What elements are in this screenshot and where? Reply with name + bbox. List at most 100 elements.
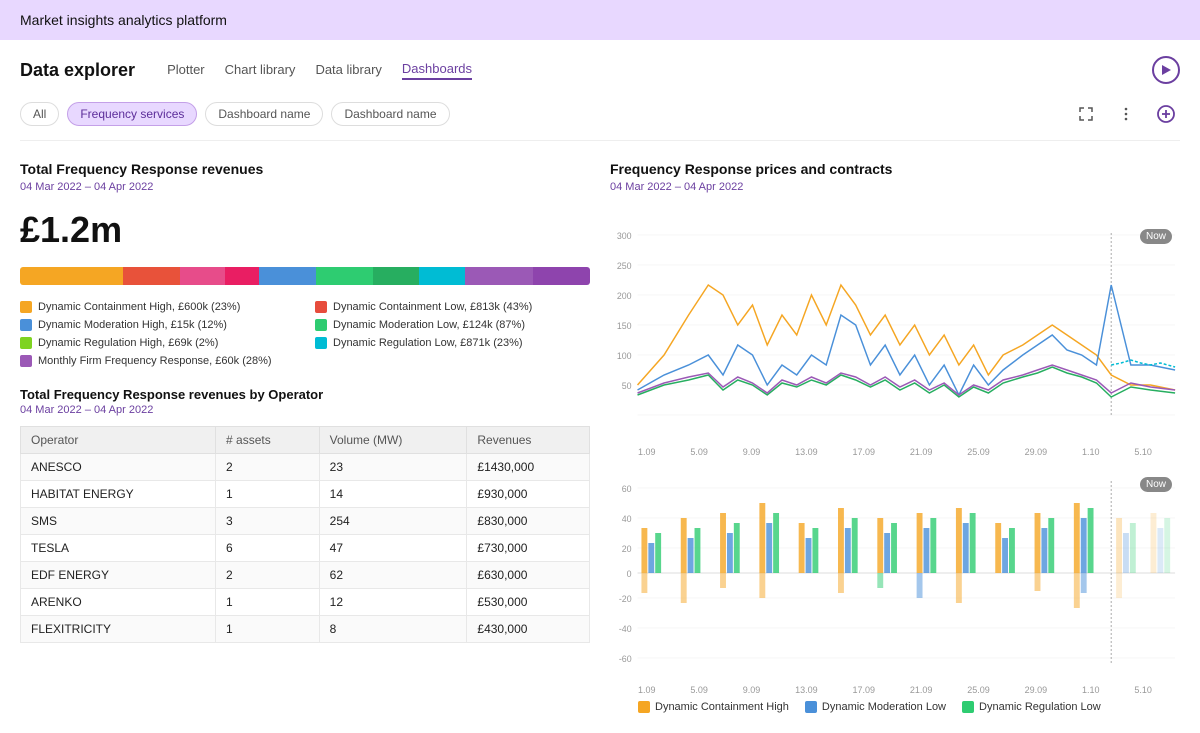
table-date: 04 Mar 2022 – 04 Apr 2022 (20, 404, 590, 416)
legend-dot-6 (315, 337, 327, 349)
x-label-5: 17.09 (853, 447, 876, 457)
more-options-icon[interactable] (1112, 100, 1140, 128)
cell-volume: 62 (319, 562, 467, 589)
now-badge-bottom: Now (1140, 477, 1172, 492)
svg-text:300: 300 (617, 231, 632, 241)
table-header-row: Operator # assets Volume (MW) Revenues (21, 427, 590, 454)
nav-tabs: Plotter Chart library Data library Dashb… (167, 61, 472, 80)
legend-dot-5 (20, 337, 32, 349)
legend-dot-3 (20, 319, 32, 331)
filter-dashboard-name-1[interactable]: Dashboard name (205, 102, 323, 126)
legend-item-5: Dynamic Regulation High, £69k (2%) (20, 337, 295, 349)
play-button[interactable] (1152, 56, 1180, 84)
top-chart-x-labels: 1.09 5.09 9.09 13.09 17.09 21.09 25.09 2… (610, 445, 1180, 457)
bx-label-10: 5.10 (1134, 685, 1152, 695)
bottom-legend-label-3: Dynamic Regulation Low (979, 701, 1101, 713)
bx-label-3: 9.09 (743, 685, 761, 695)
bx-label-9: 1.10 (1082, 685, 1100, 695)
content-grid: Total Frequency Response revenues 04 Mar… (20, 161, 1180, 713)
bx-label-4: 13.09 (795, 685, 818, 695)
freq-panel-title: Frequency Response prices and contracts (610, 161, 1180, 177)
bx-label-7: 25.09 (967, 685, 990, 695)
bx-label-1: 1.09 (638, 685, 656, 695)
bx-label-2: 5.09 (690, 685, 708, 695)
cell-revenues: £1430,000 (467, 454, 590, 481)
top-chart-svg: 300 250 200 150 100 50 (610, 225, 1180, 435)
cell-assets: 1 (216, 616, 320, 643)
cell-revenues: £430,000 (467, 616, 590, 643)
legend-dot-4 (315, 319, 327, 331)
svg-text:20: 20 (622, 544, 632, 554)
bottom-legend-label-1: Dynamic Containment High (655, 701, 789, 713)
bottom-bar-chart: Now 60 40 20 0 (610, 473, 1180, 713)
x-label-6: 21.09 (910, 447, 933, 457)
legend-item-1: Dynamic Containment High, £600k (23%) (20, 301, 295, 313)
now-badge-top: Now (1140, 229, 1172, 244)
cell-operator: SMS (21, 508, 216, 535)
x-label-4: 13.09 (795, 447, 818, 457)
filter-frequency-services[interactable]: Frequency services (67, 102, 197, 126)
legend-label-1: Dynamic Containment High, £600k (23%) (38, 301, 240, 313)
table-row: TESLA 6 47 £730,000 (21, 535, 590, 562)
filter-all[interactable]: All (20, 102, 59, 126)
filter-dashboard-name-2[interactable]: Dashboard name (331, 102, 449, 126)
filter-row-right (1072, 100, 1180, 128)
legend-item-2: Dynamic Containment Low, £813k (43%) (315, 301, 590, 313)
revenue-panel-title: Total Frequency Response revenues (20, 161, 590, 177)
right-panel-header: Frequency Response prices and contracts … (610, 161, 1180, 209)
cell-revenues: £630,000 (467, 562, 590, 589)
cell-volume: 23 (319, 454, 467, 481)
tab-dashboards[interactable]: Dashboards (402, 61, 472, 80)
bottom-legend-label-2: Dynamic Moderation Low (822, 701, 946, 713)
expand-icon[interactable] (1072, 100, 1100, 128)
bottom-chart-svg: 60 40 20 0 -20 -40 -60 (610, 473, 1180, 673)
cell-assets: 1 (216, 589, 320, 616)
table-row: HABITAT ENERGY 1 14 £930,000 (21, 481, 590, 508)
x-label-10: 5.10 (1134, 447, 1152, 457)
operator-table: Operator # assets Volume (MW) Revenues A… (20, 426, 590, 643)
col-assets: # assets (216, 427, 320, 454)
revenue-panel-date: 04 Mar 2022 – 04 Apr 2022 (20, 181, 590, 193)
tab-plotter[interactable]: Plotter (167, 62, 205, 79)
bottom-chart-x-labels: 1.09 5.09 9.09 13.09 17.09 21.09 25.09 2… (610, 683, 1180, 695)
bar-segment-8 (419, 267, 465, 285)
x-label-8: 29.09 (1025, 447, 1048, 457)
cell-volume: 47 (319, 535, 467, 562)
legend-item-3: Dynamic Moderation High, £15k (12%) (20, 319, 295, 331)
tab-chart-library[interactable]: Chart library (225, 62, 296, 79)
svg-text:50: 50 (622, 381, 632, 391)
cell-volume: 12 (319, 589, 467, 616)
cell-operator: ARENKO (21, 589, 216, 616)
table-row: ANESCO 2 23 £1430,000 (21, 454, 590, 481)
table-section: Total Frequency Response revenues by Ope… (20, 387, 590, 643)
col-revenues: Revenues (467, 427, 590, 454)
bar-segment-9 (465, 267, 533, 285)
bar-segment-4 (225, 267, 259, 285)
bottom-legend-dot-1 (638, 701, 650, 713)
svg-text:60: 60 (622, 484, 632, 494)
bar-segment-7 (373, 267, 419, 285)
bar-segment-1 (20, 267, 123, 285)
bar-segment-6 (316, 267, 373, 285)
bx-label-5: 17.09 (853, 685, 876, 695)
data-explorer-title: Data explorer (20, 60, 135, 81)
cell-operator: TESLA (21, 535, 216, 562)
table-row: EDF ENERGY 2 62 £630,000 (21, 562, 590, 589)
cell-operator: ANESCO (21, 454, 216, 481)
cell-volume: 254 (319, 508, 467, 535)
cell-assets: 3 (216, 508, 320, 535)
filter-row: All Frequency services Dashboard name Da… (20, 100, 1180, 141)
bar-segment-2 (123, 267, 180, 285)
bottom-legend-dot-2 (805, 701, 817, 713)
cell-operator: FLEXITRICITY (21, 616, 216, 643)
tab-data-library[interactable]: Data library (315, 62, 381, 79)
legend-dot-2 (315, 301, 327, 313)
cell-revenues: £530,000 (467, 589, 590, 616)
legend-label-7: Monthly Firm Frequency Response, £60k (2… (38, 355, 272, 367)
bar-segment-10 (533, 267, 590, 285)
add-icon[interactable] (1152, 100, 1180, 128)
cell-revenues: £830,000 (467, 508, 590, 535)
legend-dot-7 (20, 355, 32, 367)
table-title: Total Frequency Response revenues by Ope… (20, 387, 590, 402)
bx-label-6: 21.09 (910, 685, 933, 695)
